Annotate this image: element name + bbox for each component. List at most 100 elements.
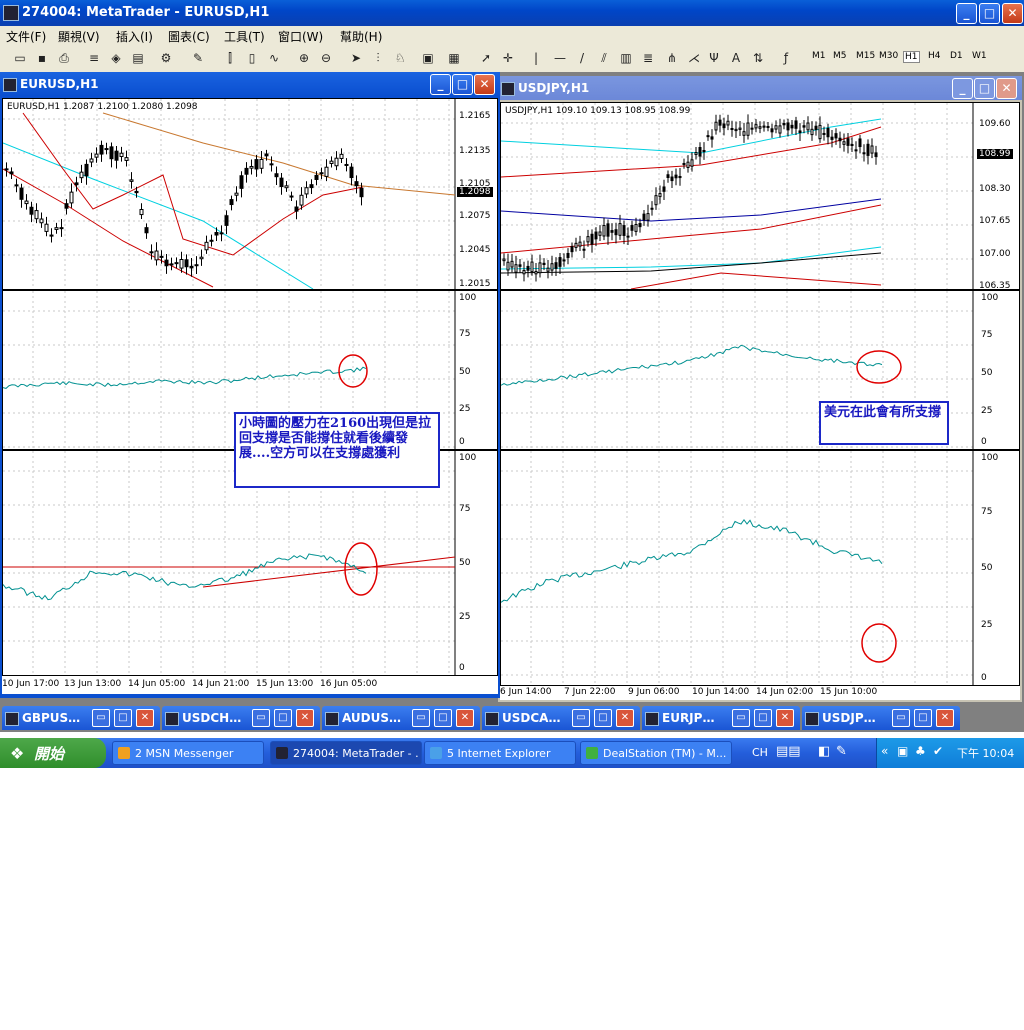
maximize-icon[interactable]: □ — [754, 709, 772, 727]
close-icon[interactable]: ✕ — [136, 709, 154, 727]
restore-icon[interactable]: ▭ — [892, 709, 910, 727]
close-icon[interactable]: ✕ — [456, 709, 474, 727]
menu-insert[interactable]: 插入(I) — [116, 28, 153, 45]
maximize-button[interactable]: □ — [979, 3, 1000, 24]
grid-icon[interactable]: ▥ — [618, 50, 634, 66]
menu-file[interactable]: 文件(F) — [6, 28, 46, 45]
cursor-icon[interactable]: ➚ — [478, 50, 494, 66]
restore-icon[interactable]: ▭ — [412, 709, 430, 727]
ime-mode-icon[interactable]: ◧ — [818, 744, 830, 759]
ime-icon[interactable]: ▤▤ — [776, 744, 801, 759]
usdjpy-oscillator-pane-1[interactable]: 100 75 50 25 0 美元在此會有所支撐 — [500, 290, 1020, 450]
network-icon[interactable]: ▣ — [897, 744, 908, 758]
maximize-icon[interactable]: □ — [114, 709, 132, 727]
close-icon[interactable]: ✕ — [616, 709, 634, 727]
save-icon[interactable]: ▪ — [34, 50, 50, 66]
minimize-button[interactable]: _ — [956, 3, 977, 24]
vertical-line-icon[interactable]: | — [528, 50, 544, 66]
candle-chart-icon[interactable]: ▯ — [244, 50, 260, 66]
chart-shift-icon[interactable]: ⫶ — [370, 50, 386, 66]
candle-body — [59, 227, 64, 230]
trendline-icon[interactable]: / — [574, 50, 590, 66]
security-icon[interactable]: ✔ — [933, 744, 943, 758]
maximize-icon[interactable]: □ — [434, 709, 452, 727]
print-icon[interactable]: ⎙ — [56, 50, 72, 66]
menu-charts[interactable]: 圖表(C) — [168, 28, 210, 45]
task-msn-messenger[interactable]: 2 MSN Messenger — [112, 741, 264, 765]
eurusd-maximize-button[interactable]: □ — [452, 74, 473, 95]
close-button[interactable]: ✕ — [1002, 3, 1023, 24]
candle-body — [94, 153, 99, 158]
timeframe-m15[interactable]: M15 — [856, 51, 875, 61]
crosshair-icon[interactable]: ✛ — [500, 50, 516, 66]
timeframe-w1[interactable]: W1 — [972, 51, 987, 61]
chevron-left-icon[interactable]: « — [881, 744, 888, 758]
indicators-icon[interactable]: ♘ — [392, 50, 408, 66]
function-icon[interactable]: ƒ — [778, 50, 794, 66]
zoom-out-icon[interactable]: ⊖ — [318, 50, 334, 66]
usdjpy-oscillator-pane-2[interactable]: 100 75 50 25 0 — [500, 450, 1020, 686]
timeframe-d1[interactable]: D1 — [950, 51, 963, 61]
minimized-window-gbpusd[interactable]: GBPUS… ▭ □ ✕ — [2, 706, 160, 730]
minimized-window-usdjpy[interactable]: USDJP… ▭ □ ✕ — [802, 706, 960, 730]
minimized-window-audusd[interactable]: AUDUS… ▭ □ ✕ — [322, 706, 480, 730]
eurusd-minimize-button[interactable]: _ — [430, 74, 451, 95]
menu-view[interactable]: 顯視(V) — [58, 28, 100, 45]
fibonacci-icon[interactable]: ≣ — [640, 50, 656, 66]
templates-icon[interactable]: ▦ — [446, 50, 462, 66]
gann-icon[interactable]: ⋌ — [686, 50, 702, 66]
timeframe-h1[interactable]: H1 — [903, 51, 920, 63]
usdjpy-price-pane[interactable]: USDJPY,H1 109.10 109.13 108.95 108.99 10… — [500, 102, 1020, 291]
task-metatrader[interactable]: 274004: MetaTrader - ... — [270, 741, 422, 765]
timeframe-h4[interactable]: H4 — [928, 51, 941, 61]
minimized-window-usdcad[interactable]: USDCA… ▭ □ ✕ — [482, 706, 640, 730]
timeframe-m1[interactable]: M1 — [812, 51, 826, 61]
msn-tray-icon[interactable]: ♣ — [915, 744, 926, 758]
minimized-window-eurjpy[interactable]: EURJP… ▭ □ ✕ — [642, 706, 800, 730]
usdjpy-maximize-button[interactable]: □ — [974, 78, 995, 99]
maximize-icon[interactable]: □ — [274, 709, 292, 727]
navigator-icon[interactable]: ◈ — [108, 50, 124, 66]
close-icon[interactable]: ✕ — [936, 709, 954, 727]
close-icon[interactable]: ✕ — [776, 709, 794, 727]
timeframe-m30[interactable]: M30 — [879, 51, 898, 61]
terminal-icon[interactable]: ▤ — [130, 50, 146, 66]
start-button[interactable]: ❖ 開始 — [0, 738, 106, 768]
autoscroll-icon[interactable]: ➤ — [348, 50, 364, 66]
menu-tools[interactable]: 工具(T) — [224, 28, 265, 45]
line-chart-icon[interactable]: ∿ — [266, 50, 282, 66]
market-watch-icon[interactable]: ≡ — [86, 50, 102, 66]
horizontal-line-icon[interactable]: — — [552, 50, 568, 66]
usdjpy-minimize-button[interactable]: _ — [952, 78, 973, 99]
close-icon[interactable]: ✕ — [296, 709, 314, 727]
bar-chart-icon[interactable]: ⫿ — [222, 50, 238, 66]
maximize-icon[interactable]: □ — [594, 709, 612, 727]
fan-icon[interactable]: ⋔ — [664, 50, 680, 66]
restore-icon[interactable]: ▭ — [572, 709, 590, 727]
maximize-icon[interactable]: □ — [914, 709, 932, 727]
zoom-in-icon[interactable]: ⊕ — [296, 50, 312, 66]
restore-icon[interactable]: ▭ — [92, 709, 110, 727]
channel-icon[interactable]: ⫽ — [596, 50, 612, 66]
timeframe-m5[interactable]: M5 — [833, 51, 847, 61]
task-internet-explorer[interactable]: 5 Internet Explorer — [424, 741, 576, 765]
eurusd-price-pane[interactable]: EURUSD,H1 1.2087 1.2100 1.2080 1.2098 1.… — [2, 98, 498, 290]
arrows-icon[interactable]: ⇅ — [750, 50, 766, 66]
text-icon[interactable]: A — [728, 50, 744, 66]
dealstation-icon — [586, 747, 598, 759]
language-indicator[interactable]: CH — [752, 746, 768, 759]
restore-icon[interactable]: ▭ — [252, 709, 270, 727]
restore-icon[interactable]: ▭ — [732, 709, 750, 727]
strategy-tester-icon[interactable]: ⚙ — [158, 50, 174, 66]
periods-icon[interactable]: ▣ — [420, 50, 436, 66]
minimized-window-usdchf[interactable]: USDCH… ▭ □ ✕ — [162, 706, 320, 730]
pitchfork-icon[interactable]: Ψ — [706, 50, 722, 66]
usdjpy-close-button[interactable]: ✕ — [996, 78, 1017, 99]
eurusd-close-button[interactable]: ✕ — [474, 74, 495, 95]
ime-settings-icon[interactable]: ✎ — [836, 744, 847, 759]
menu-window[interactable]: 窗口(W) — [278, 28, 323, 45]
task-dealstation[interactable]: DealStation (TM) - M... — [580, 741, 732, 765]
experts-icon[interactable]: ✎ — [190, 50, 206, 66]
menu-help[interactable]: 幫助(H) — [340, 28, 382, 45]
new-chart-icon[interactable]: ▭ — [12, 50, 28, 66]
